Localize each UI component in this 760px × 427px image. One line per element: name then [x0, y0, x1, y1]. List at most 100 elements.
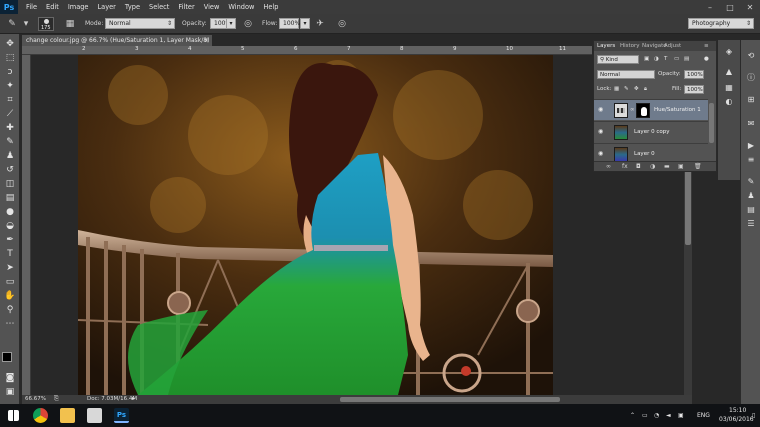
timeline-panel-icon[interactable]: ≡ [745, 154, 757, 166]
new-layer-icon[interactable]: ▣ [678, 163, 684, 170]
airbrush-icon[interactable]: ✈ [314, 18, 326, 30]
minimize-button[interactable]: – [700, 0, 720, 14]
menu-image[interactable]: Image [68, 3, 89, 11]
dodge-tool-icon[interactable]: ◒ [4, 220, 16, 232]
menu-type[interactable]: Type [125, 3, 140, 11]
close-window-button[interactable]: ✕ [740, 0, 760, 14]
clock-date[interactable]: 03/06/2016 [719, 416, 754, 423]
visibility-eye-icon[interactable]: ◉ [598, 107, 604, 113]
pen-tool-icon[interactable]: ✒ [4, 234, 16, 246]
properties-panel-icon[interactable]: ☰ [745, 218, 757, 230]
layers-panel-icon[interactable]: ◈ [723, 46, 735, 58]
close-document-icon[interactable]: × [204, 35, 209, 46]
document-size[interactable]: Doc: 7.03M/16.4M [87, 396, 137, 402]
lock-position-icon[interactable]: ✥ [634, 86, 639, 92]
adjustments-panel-icon[interactable]: ◐ [723, 96, 735, 108]
opacity-dropdown[interactable]: ▾ [226, 18, 236, 29]
filter-shape-icon[interactable]: ▭ [674, 56, 679, 62]
document-tab[interactable]: change colour.jpg @ 66.7% (Hue/Saturatio… [22, 35, 212, 55]
menu-window[interactable]: Window [228, 3, 254, 11]
hand-tool-icon[interactable]: ✋ [4, 290, 16, 302]
eraser-tool-icon[interactable]: ◫ [4, 178, 16, 190]
menu-layer[interactable]: Layer [97, 3, 115, 11]
layers-scrollbar-thumb[interactable] [709, 103, 714, 143]
tab-layers[interactable]: Layers [597, 43, 615, 49]
tray-volume-icon[interactable]: ◄ [666, 412, 671, 419]
layer-name[interactable]: Layer 0 copy [634, 129, 669, 135]
chrome-icon[interactable] [33, 408, 48, 423]
layer-row-layer-0-copy[interactable]: ◉ Layer 0 copy [594, 121, 708, 142]
shape-tool-icon[interactable]: ▭ [4, 276, 16, 288]
foreground-color-swatch[interactable] [2, 352, 12, 362]
filter-adjust-icon[interactable]: ◑ [654, 56, 659, 62]
move-tool-icon[interactable]: ✥ [4, 38, 16, 50]
fx-icon[interactable]: fx [622, 163, 628, 170]
filter-pixel-icon[interactable]: ▣ [644, 56, 649, 62]
blur-tool-icon[interactable]: ● [4, 206, 16, 218]
healing-brush-tool-icon[interactable]: ✚ [4, 122, 16, 134]
lock-transparent-icon[interactable]: ▦ [614, 86, 619, 92]
export-icon[interactable]: ⎘ [54, 395, 59, 403]
quick-selection-tool-icon[interactable]: ✦ [4, 80, 16, 92]
clone-source-panel-icon[interactable]: ♟ [745, 190, 757, 202]
color-panel-icon[interactable]: ▲ [723, 66, 735, 78]
horizontal-scrollbar-thumb[interactable] [340, 397, 560, 402]
lock-all-icon[interactable]: 🔒︎ [644, 86, 647, 93]
flow-dropdown[interactable]: ▾ [300, 18, 310, 29]
tray-up-arrow-icon[interactable]: ⌃ [630, 412, 635, 419]
language-indicator[interactable]: ENG [697, 412, 710, 419]
notifications-icon[interactable]: ▯ [752, 412, 755, 419]
status-menu-arrow-icon[interactable]: ▸ [132, 395, 135, 402]
layer-name[interactable]: Layer 0 [634, 151, 655, 157]
more-tools-icon[interactable]: ⋯ [4, 318, 16, 330]
visibility-eye-icon[interactable]: ◉ [598, 151, 604, 157]
menu-help[interactable]: Help [263, 3, 278, 11]
path-selection-tool-icon[interactable]: ➤ [4, 262, 16, 274]
filter-toggle-icon[interactable]: ● [704, 56, 709, 62]
mode-select[interactable]: Normal ⇕ [105, 18, 175, 29]
swatches-panel-icon[interactable]: ▦ [723, 82, 735, 94]
link-layers-icon[interactable]: ∞ [606, 163, 611, 170]
tool-presets-panel-icon[interactable]: ▤ [745, 204, 757, 216]
brush-tool-icon[interactable]: ✎ [6, 18, 18, 30]
layer-mask-thumb[interactable] [636, 103, 650, 118]
tab-navigator[interactable]: Navigato [642, 43, 667, 49]
info-panel-icon[interactable]: ⓘ [745, 72, 757, 84]
blend-mode-select[interactable]: Normal [597, 70, 655, 79]
menu-view[interactable]: View [204, 3, 220, 11]
histogram-panel-icon[interactable]: ⊞ [745, 94, 757, 106]
tray-network-icon[interactable]: ◔ [654, 412, 659, 419]
windows-start-icon[interactable] [8, 410, 19, 421]
new-group-folder-icon[interactable]: ▬ [664, 163, 670, 170]
brush-presets-panel-icon[interactable]: ✎ [745, 176, 757, 188]
type-tool-icon[interactable]: T [4, 248, 16, 260]
tray-display-icon[interactable]: ▣ [678, 412, 684, 419]
tray-battery-icon[interactable]: ▭ [642, 412, 648, 419]
add-mask-icon[interactable]: ◘ [636, 163, 641, 170]
workspace-select[interactable]: Photography ⇕ [688, 18, 754, 29]
history-brush-tool-icon[interactable]: ↺ [4, 164, 16, 176]
pressure-size-icon[interactable]: ◎ [336, 18, 348, 30]
tab-adjustments[interactable]: Adjust [664, 43, 681, 49]
trash-icon[interactable]: 🗑︎ [694, 163, 702, 170]
lasso-tool-icon[interactable]: ↄ [4, 66, 16, 78]
layer-row-hue-saturation[interactable]: ◉ ∞ Hue/Saturation 1 [594, 99, 708, 120]
pressure-opacity-icon[interactable]: ◎ [242, 18, 254, 30]
panel-menu-icon[interactable]: ≡ [704, 43, 709, 49]
filter-smart-icon[interactable]: ▤ [684, 56, 689, 62]
screen-mode-icon[interactable]: ▣ [4, 386, 16, 398]
menu-select[interactable]: Select [149, 3, 169, 11]
menu-edit[interactable]: Edit [46, 3, 59, 11]
clock-time[interactable]: 15:10 [729, 407, 746, 414]
crop-tool-icon[interactable]: ⌗ [4, 94, 16, 106]
document-image[interactable] [78, 55, 553, 395]
filter-type-icon[interactable]: T [664, 56, 667, 62]
zoom-tool-icon[interactable]: ⚲ [4, 304, 16, 316]
layer-opacity-field[interactable]: 100% [684, 70, 704, 79]
flow-field[interactable]: 100% [279, 18, 300, 29]
menu-file[interactable]: File [26, 3, 37, 11]
notes-app-icon[interactable] [87, 408, 102, 423]
eyedropper-tool-icon[interactable]: ⟋ [4, 108, 16, 120]
gradient-tool-icon[interactable]: ▤ [4, 192, 16, 204]
tab-history[interactable]: History [620, 43, 640, 49]
